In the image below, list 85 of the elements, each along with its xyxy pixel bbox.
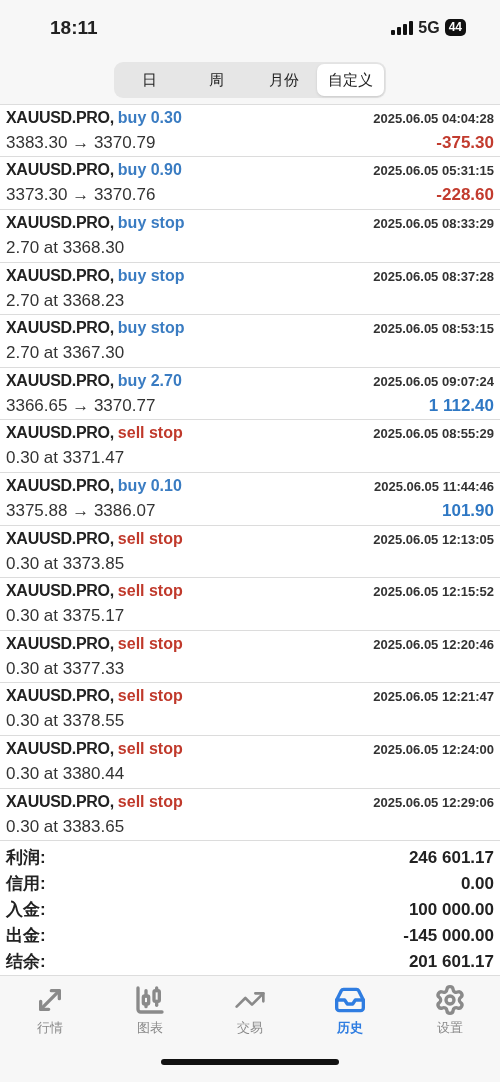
profit-value: -375.30 (436, 131, 494, 154)
price-label: 3375.88 → 3386.07 (6, 500, 156, 523)
settings-icon (434, 983, 466, 1016)
candlestick-icon (134, 983, 166, 1016)
battery-indicator: 44 (444, 19, 466, 37)
summary-label: 结余: (6, 951, 46, 974)
price-label: 0.30 at 3380.44 (6, 763, 125, 785)
nav-tab[interactable]: 交易 (215, 983, 285, 1038)
deal-time: 2025.06.05 12:20:46 (373, 635, 494, 654)
network-label: 5G (418, 17, 440, 38)
order-type-label: buy 2.70 (117, 370, 182, 391)
price-label: 0.30 at 3373.85 (6, 552, 125, 575)
price-label: 0.30 at 3375.17 (6, 605, 125, 628)
order-type-label: buy stop (117, 213, 185, 234)
symbol-label: XAUUSD.PRO, (6, 686, 114, 707)
deal-time: 2025.06.05 04:04:28 (373, 109, 494, 128)
summary-label: 利润: (6, 847, 46, 870)
order-type-label: buy 0.10 (117, 476, 182, 497)
deal-time: 2025.06.05 12:13:05 (373, 530, 494, 549)
signal-icon (391, 20, 414, 35)
profit-value: 101.90 (442, 500, 494, 523)
deal-time: 2025.06.05 12:15:52 (373, 583, 494, 602)
price-label: 2.70 at 3368.23 (6, 289, 125, 312)
symbol-label: XAUUSD.PRO, (6, 160, 114, 181)
symbol-label: XAUUSD.PRO, (6, 318, 114, 339)
symbol-label: XAUUSD.PRO, (6, 213, 114, 234)
summary-value: 100 000.00 (408, 899, 494, 922)
deal-time: 2025.06.05 08:53:15 (373, 320, 494, 339)
price-label: 0.30 at 3378.55 (6, 710, 125, 733)
clock-time: 18:11 (50, 15, 98, 40)
nav-tab[interactable]: 图表 (115, 983, 185, 1038)
order-type-label: sell stop (117, 423, 183, 444)
summary-value: 201 601.17 (408, 951, 494, 974)
summary-value: -145 000.00 (403, 925, 494, 948)
order-type-label: sell stop (117, 528, 183, 549)
order-type-label: sell stop (117, 686, 183, 707)
order-type-label: sell stop (117, 739, 183, 759)
summary-label: 入金: (6, 899, 46, 922)
deal-time: 2025.06.05 08:37:28 (373, 267, 494, 286)
order-type-label: buy 0.30 (117, 107, 182, 128)
order-type-label: buy stop (117, 318, 185, 339)
deal-time: 2025.06.05 09:07:24 (373, 372, 494, 391)
profit-value: 1 112.40 (428, 394, 494, 417)
symbol-label: XAUUSD.PRO, (6, 107, 114, 128)
symbol-label: XAUUSD.PRO, (6, 528, 114, 549)
order-type-label: sell stop (117, 633, 183, 654)
price-label: 3383.30 → 3370.79 (6, 131, 156, 154)
price-label: 2.70 at 3368.30 (6, 237, 125, 260)
deal-time: 2025.06.05 08:33:29 (373, 215, 494, 234)
summary-label: 出金: (6, 925, 46, 948)
symbol-label: XAUUSD.PRO, (6, 476, 114, 497)
symbol-label: XAUUSD.PRO, (6, 370, 114, 391)
deal-time: 2025.06.05 11:44:46 (374, 478, 494, 497)
deal-time: 2025.06.05 12:21:47 (373, 688, 494, 707)
nav-tab[interactable]: 历史 (315, 983, 385, 1038)
nav-tab[interactable]: 行情 (15, 983, 85, 1038)
order-type-label: buy 0.90 (117, 160, 182, 181)
symbol-label: XAUUSD.PRO, (6, 423, 114, 444)
period-tab[interactable]: 周 (183, 63, 250, 96)
deal-time: 2025.06.05 05:31:15 (373, 162, 494, 181)
order-type-label: sell stop (117, 581, 183, 602)
price-label: 3366.65 → 3370.77 (6, 394, 156, 417)
nav-tab[interactable]: 设置 (415, 983, 485, 1038)
deal-time: 2025.06.05 08:55:29 (373, 425, 494, 444)
symbol-label: XAUUSD.PRO, (6, 791, 114, 812)
order-type-label: sell stop (117, 791, 183, 812)
price-label: 3373.30 → 3370.76 (6, 184, 156, 207)
price-label: 2.70 at 3367.30 (6, 342, 125, 365)
order-type-label: buy stop (117, 265, 185, 286)
symbol-label: XAUUSD.PRO, (6, 265, 114, 286)
summary-value: 246 601.17 (408, 847, 494, 870)
summary-value: 0.00 (460, 873, 494, 896)
period-tab[interactable]: 自定义 (317, 63, 384, 96)
symbol-label: XAUUSD.PRO, (6, 739, 114, 759)
period-tab[interactable]: 月份 (250, 63, 317, 96)
price-label: 0.30 at 3377.33 (6, 657, 125, 680)
price-label: 0.30 at 3383.65 (6, 815, 125, 838)
summary-label: 信用: (6, 873, 46, 896)
deal-time: 2025.06.05 12:24:00 (373, 741, 494, 759)
deal-time: 2025.06.05 12:29:06 (373, 793, 494, 812)
period-tab[interactable]: 日 (116, 63, 183, 96)
price-label: 0.30 at 3371.47 (6, 447, 125, 470)
symbol-label: XAUUSD.PRO, (6, 633, 114, 654)
profit-value: -228.60 (436, 184, 494, 207)
symbol-label: XAUUSD.PRO, (6, 581, 114, 602)
